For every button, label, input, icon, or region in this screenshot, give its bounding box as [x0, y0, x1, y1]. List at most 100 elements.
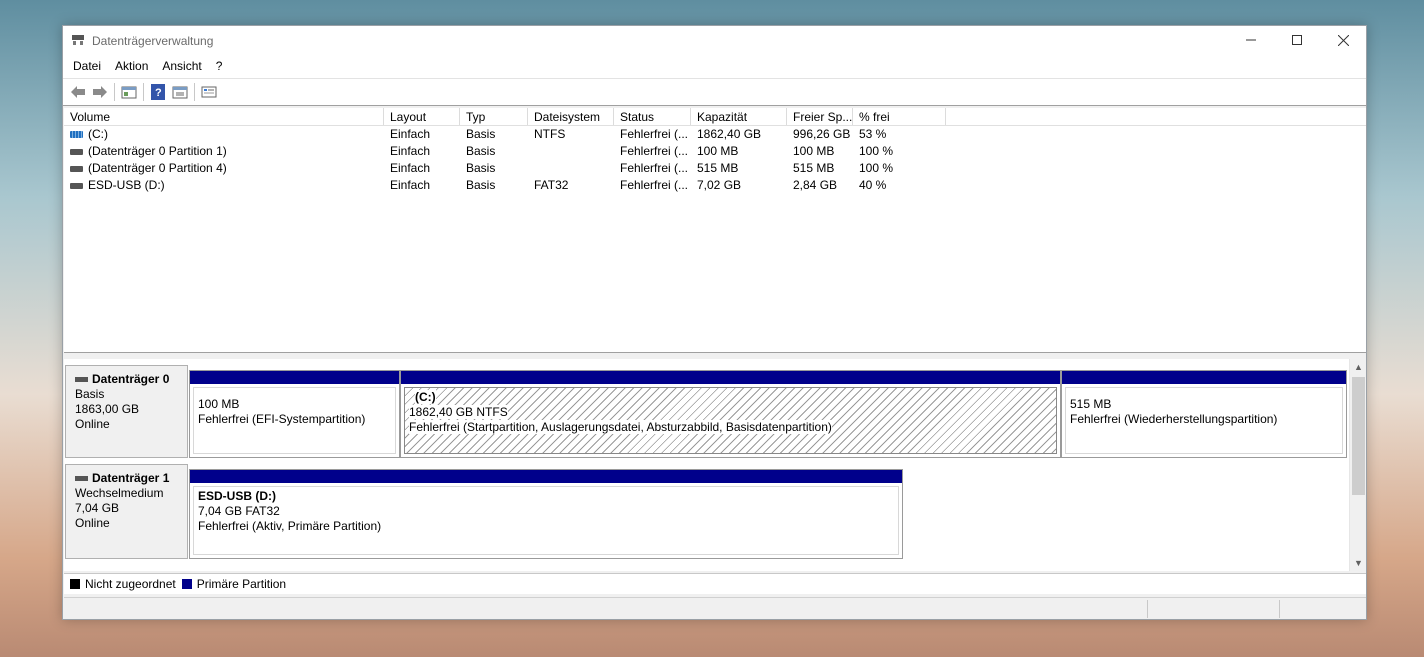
table-row[interactable]: (Datenträger 0 Partition 1) Einfach Basi… — [64, 143, 1366, 160]
partition-size: 7,04 GB FAT32 — [198, 504, 280, 518]
properties-button[interactable] — [169, 82, 191, 102]
percent-free-cell: 100 % — [859, 144, 894, 158]
volume-name: (C:) — [88, 127, 108, 141]
view-button[interactable] — [198, 82, 220, 102]
layout-cell: Einfach — [390, 178, 431, 192]
capacity-cell: 7,02 GB — [697, 178, 742, 192]
window-title: Datenträgerverwaltung — [92, 34, 214, 48]
close-button[interactable] — [1320, 26, 1366, 54]
disk-type: Wechselmedium — [75, 486, 164, 500]
volume-name: (Datenträger 0 Partition 4) — [88, 161, 227, 175]
partition-bar — [1062, 371, 1346, 384]
scroll-up-icon[interactable]: ▲ — [1350, 359, 1367, 375]
menu-datei[interactable]: Datei — [73, 59, 109, 73]
percent-free-cell: 40 % — [859, 178, 887, 192]
forward-arrow-icon — [93, 86, 107, 98]
partition-bar — [401, 371, 1060, 384]
disk-state: Online — [75, 516, 110, 530]
table-row[interactable]: (C:) Einfach Basis NTFS Fehlerfrei (... … — [64, 126, 1366, 143]
properties-icon — [172, 86, 188, 99]
partition-efi[interactable]: 100 MB Fehlerfrei (EFI-Systempartition) — [189, 370, 400, 458]
legend: Nicht zugeordnet Primäre Partition — [64, 573, 1366, 594]
toolbar-separator — [114, 83, 115, 101]
menu-help[interactable]: ? — [216, 59, 231, 73]
maximize-icon — [1292, 35, 1302, 45]
percent-free-cell: 53 % — [859, 127, 887, 141]
status-bar — [64, 597, 1366, 619]
typ-cell: Basis — [466, 161, 496, 175]
menu-ansicht[interactable]: Ansicht — [162, 59, 209, 73]
title-bar: Datenträgerverwaltung — [63, 26, 1366, 54]
minimize-button[interactable] — [1228, 26, 1274, 54]
back-button[interactable] — [67, 82, 89, 102]
disk-size: 1863,00 GB — [75, 402, 140, 416]
svg-text:?: ? — [155, 87, 162, 99]
status-cell: Fehlerfrei (... — [620, 144, 689, 158]
column-header-kapazitaet[interactable]: Kapazität — [691, 108, 787, 125]
volume-name: (Datenträger 0 Partition 1) — [88, 144, 227, 158]
view-icon — [201, 86, 217, 98]
column-header-volume[interactable]: Volume — [64, 108, 384, 125]
disk-state: Online — [75, 417, 110, 431]
drive-icon — [70, 165, 83, 172]
partition-size: 515 MB — [1070, 397, 1112, 411]
typ-cell: Basis — [466, 144, 496, 158]
free-space-cell: 100 MB — [793, 144, 835, 158]
drive-icon — [70, 182, 83, 189]
layout-cell: Einfach — [390, 144, 431, 158]
partition-c[interactable]: (C:) 1862,40 GB NTFS Fehlerfrei (Startpa… — [400, 370, 1061, 458]
console-tree-button[interactable] — [118, 82, 140, 102]
partition-status: Fehlerfrei (Aktiv, Primäre Partition) — [198, 519, 382, 533]
back-arrow-icon — [71, 86, 85, 98]
forward-button[interactable] — [89, 82, 111, 102]
capacity-cell: 100 MB — [697, 144, 739, 158]
legend-unallocated: Nicht zugeordnet — [85, 577, 176, 591]
toolbar: ? — [63, 78, 1366, 106]
disk-name: Datenträger 1 — [92, 471, 170, 485]
disk-view-scrollbar[interactable]: ▲ ▼ — [1349, 359, 1366, 571]
table-row[interactable]: (Datenträger 0 Partition 4) Einfach Basi… — [64, 160, 1366, 177]
disk-icon — [75, 377, 88, 382]
column-header-status[interactable]: Status — [614, 108, 691, 125]
partition-bar — [190, 371, 399, 384]
column-header-prozent-frei[interactable]: % frei — [853, 108, 946, 125]
partition-esd-usb[interactable]: ESD-USB (D:) 7,04 GB FAT32 Fehlerfrei (A… — [189, 469, 903, 559]
column-header-dateisystem[interactable]: Dateisystem — [528, 108, 614, 125]
partition-status: Fehlerfrei (Startpartition, Auslagerungs… — [409, 420, 832, 434]
unallocated-swatch — [70, 579, 80, 589]
column-header-typ[interactable]: Typ — [460, 108, 528, 125]
filesystem-cell — [528, 143, 614, 160]
help-button[interactable]: ? — [147, 82, 169, 102]
close-icon — [1337, 34, 1349, 46]
status-cell: Fehlerfrei (... — [620, 161, 689, 175]
status-divider — [1147, 600, 1148, 618]
status-cell: Fehlerfrei (... — [620, 178, 689, 192]
free-space-cell: 515 MB — [793, 161, 835, 175]
legend-primary: Primäre Partition — [196, 577, 287, 591]
partition-size: 100 MB — [198, 397, 240, 411]
minimize-icon — [1246, 39, 1256, 41]
disk-graphical-view: Datenträger 0 Basis 1863,00 GB Online 10… — [64, 359, 1366, 571]
partition-status: Fehlerfrei (EFI-Systempartition) — [198, 412, 366, 426]
volume-name: ESD-USB (D:) — [88, 178, 165, 192]
status-divider — [1279, 600, 1280, 618]
column-header-freier-speicher[interactable]: Freier Sp... — [787, 108, 853, 125]
disk-1-label[interactable]: Datenträger 1 Wechselmedium 7,04 GB Onli… — [65, 464, 188, 559]
filesystem-cell: NTFS — [534, 127, 566, 141]
partition-bar — [190, 470, 902, 483]
capacity-cell: 515 MB — [697, 161, 739, 175]
maximize-button[interactable] — [1274, 26, 1320, 54]
scroll-down-icon[interactable]: ▼ — [1350, 555, 1367, 571]
table-row[interactable]: ESD-USB (D:) Einfach Basis FAT32 Fehlerf… — [64, 177, 1366, 194]
partition-recovery[interactable]: 515 MB Fehlerfrei (Wiederherstellungspar… — [1061, 370, 1347, 458]
menu-aktion[interactable]: Aktion — [115, 59, 156, 73]
partition-status: Fehlerfrei (Wiederherstellungspartition) — [1070, 412, 1278, 426]
help-icon: ? — [151, 84, 165, 100]
typ-cell: Basis — [466, 127, 496, 141]
disk-management-window: Datenträgerverwaltung Datei Aktion Ansic… — [62, 25, 1367, 620]
column-header-layout[interactable]: Layout — [384, 108, 460, 125]
scroll-thumb[interactable] — [1352, 377, 1365, 495]
partition-size: 1862,40 GB NTFS — [409, 405, 508, 419]
console-tree-icon — [121, 86, 137, 99]
disk-0-label[interactable]: Datenträger 0 Basis 1863,00 GB Online — [65, 365, 188, 458]
